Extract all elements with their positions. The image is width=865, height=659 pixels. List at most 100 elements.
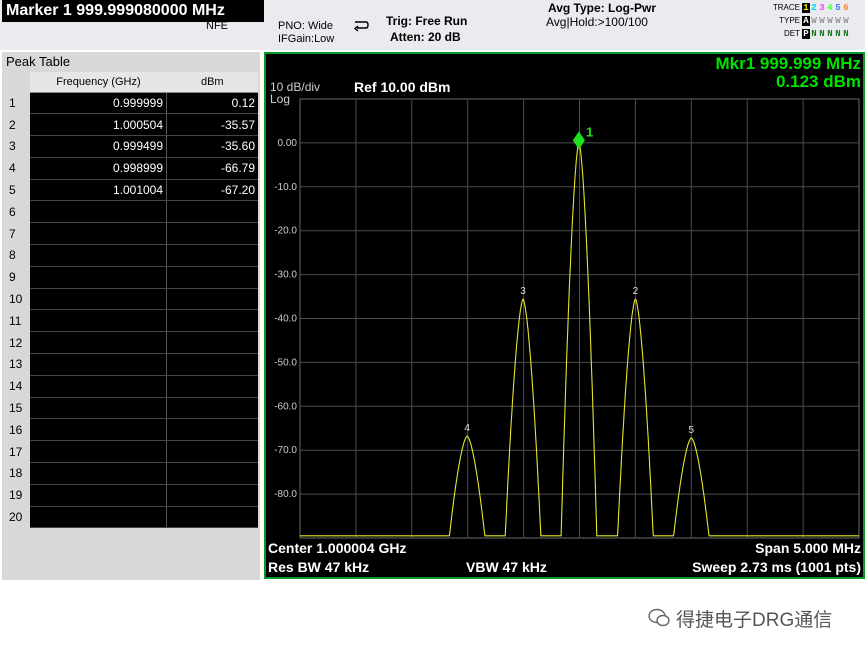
trace-type-char: W — [827, 16, 833, 26]
spectrum-plot[interactable]: 0.00 -10.0 -20.0 -30.0 -40.0 -50.0 -60.0 -70.0 -… — [266, 54, 863, 577]
row-amplitude: -35.60 — [166, 135, 258, 158]
trace-type-char: W — [811, 16, 817, 26]
table-row[interactable]: 18 — [6, 462, 258, 485]
trace-det-char: N — [835, 29, 841, 39]
row-frequency — [30, 375, 168, 398]
row-number: 18 — [6, 462, 31, 485]
peak-table-panel: Peak Table Frequency (GHz) dBm 1 0.999999… — [2, 52, 260, 580]
table-row[interactable]: 1 0.999999 0.12 — [6, 92, 258, 115]
table-row[interactable]: 5 1.001004 -67.20 — [6, 179, 258, 202]
center-frequency: Center 1.000004 GHz — [268, 540, 407, 556]
row-amplitude — [166, 331, 258, 355]
trace-number-1[interactable]: 1 — [802, 3, 810, 13]
table-row[interactable]: 19 — [6, 484, 258, 507]
marker-readout-title[interactable]: Marker 1 999.999080000 MHz — [2, 0, 264, 22]
row-number: 9 — [6, 266, 31, 289]
row-number: 4 — [6, 157, 31, 180]
y-tick-label: -30.0 — [274, 270, 297, 281]
row-amplitude — [166, 353, 258, 376]
row-frequency — [30, 309, 168, 333]
table-row[interactable]: 11 — [6, 309, 258, 333]
spectrum-display[interactable]: Mkr1 999.999 MHz 0.123 dBm 10 dB/div Log… — [264, 52, 865, 579]
y-tick-label: -50.0 — [274, 357, 297, 368]
row-frequency — [30, 397, 168, 420]
rbw-label: Res BW 47 kHz — [268, 559, 370, 575]
table-row[interactable]: 8 — [6, 244, 258, 267]
table-row[interactable]: 7 — [6, 222, 258, 246]
trace-number-6[interactable]: 6 — [842, 3, 850, 13]
row-amplitude — [166, 506, 258, 529]
row-frequency — [30, 200, 168, 224]
amplitude-column-header: dBm — [166, 72, 258, 93]
row-amplitude — [166, 375, 258, 398]
watermark-text: 得捷电子DRG通信 — [676, 610, 833, 631]
trace-number-4[interactable]: 4 — [826, 3, 834, 13]
trace-type-char: W — [819, 16, 825, 26]
row-number: 12 — [6, 331, 31, 354]
peak-table: Frequency (GHz) dBm 1 0.999999 0.12 2 1.0005… — [6, 72, 258, 529]
marker-label-2: 2 — [633, 286, 639, 297]
row-number: 3 — [6, 135, 31, 158]
row-frequency — [30, 506, 168, 529]
det-label: DET — [784, 29, 800, 38]
row-number: 11 — [6, 309, 31, 332]
row-number: 5 — [6, 179, 31, 201]
marker-label-4: 4 — [464, 423, 470, 434]
wechat-logo-icon — [648, 608, 670, 627]
row-number: 19 — [6, 484, 31, 507]
peak-table-title: Peak Table — [6, 54, 71, 69]
row-amplitude: -35.57 — [166, 113, 258, 137]
row-number: 16 — [6, 418, 31, 441]
trace-type-char: A — [802, 16, 810, 26]
trace-number-2[interactable]: 2 — [810, 3, 818, 13]
row-number: 10 — [6, 288, 31, 310]
span-label: Span 5.000 MHz — [755, 540, 861, 556]
trace-label: TRACE — [772, 3, 800, 12]
table-row[interactable]: 9 — [6, 266, 258, 289]
row-frequency — [30, 440, 168, 464]
row-frequency — [30, 244, 168, 267]
row-number: 20 — [6, 506, 31, 528]
row-amplitude — [166, 288, 258, 311]
trace-numbers[interactable]: 123456 — [802, 3, 850, 13]
row-amplitude — [166, 484, 258, 507]
table-row[interactable]: 12 — [6, 331, 258, 355]
table-row[interactable]: 6 — [6, 200, 258, 224]
row-amplitude — [166, 309, 258, 333]
table-row[interactable]: 13 — [6, 353, 258, 376]
row-number: 14 — [6, 375, 31, 398]
trace-det-char: N — [811, 29, 817, 39]
vbw-label: VBW 47 kHz — [466, 559, 547, 575]
table-row[interactable]: 10 — [6, 288, 258, 311]
avg-type-label: Avg Type: Log-Pwr — [548, 1, 656, 15]
trace-type-chars: AWWWWW — [802, 16, 850, 26]
marker-label-1: 1 — [586, 124, 593, 139]
table-row[interactable]: 20 — [6, 506, 258, 529]
row-number-header — [6, 72, 31, 92]
trace-det-char: N — [819, 29, 825, 39]
marker-label-3: 3 — [520, 286, 526, 297]
frequency-column-header: Frequency (GHz) — [30, 72, 167, 93]
trace-type-char: W — [843, 16, 849, 26]
y-tick-label: -60.0 — [274, 401, 297, 412]
table-row[interactable]: 14 — [6, 375, 258, 398]
table-row[interactable]: 3 0.999499 -35.60 — [6, 135, 258, 158]
table-row[interactable]: 17 — [6, 440, 258, 464]
atten-label: Atten: 20 dB — [390, 30, 461, 44]
table-row[interactable]: 15 — [6, 397, 258, 420]
row-frequency — [30, 288, 168, 311]
table-row[interactable]: 2 1.000504 -35.57 — [6, 113, 258, 137]
table-row[interactable]: 4 0.998999 -66.79 — [6, 157, 258, 180]
row-amplitude — [166, 418, 258, 442]
active-marker-diamond — [572, 131, 585, 150]
row-frequency — [30, 331, 168, 355]
row-number: 2 — [6, 113, 31, 136]
trace-number-5[interactable]: 5 — [834, 3, 842, 13]
type-label: TYPE — [779, 16, 800, 25]
trace-number-3[interactable]: 3 — [818, 3, 826, 13]
row-frequency — [30, 222, 168, 246]
trigger-label: Trig: Free Run — [386, 14, 468, 28]
row-number: 8 — [6, 244, 31, 267]
table-row[interactable]: 16 — [6, 418, 258, 442]
status-bar: Marker 1 999.999080000 MHz NFE PNO: Wide… — [0, 0, 865, 50]
